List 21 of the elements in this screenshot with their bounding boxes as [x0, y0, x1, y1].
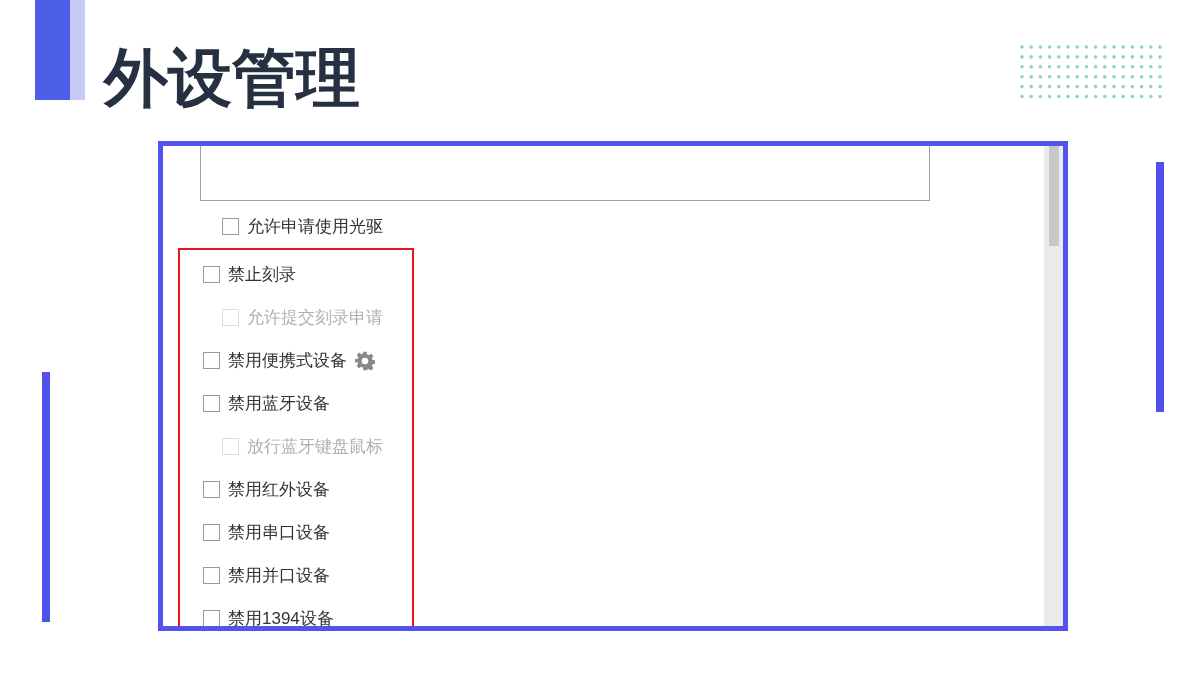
- checkbox[interactable]: [203, 352, 220, 369]
- checkbox-label[interactable]: 禁用串口设备: [228, 519, 330, 546]
- slide-title: 外设管理: [104, 41, 360, 116]
- checkbox[interactable]: [203, 481, 220, 498]
- checkbox-label[interactable]: 禁用红外设备: [228, 476, 330, 503]
- checkbox-label[interactable]: 禁用并口设备: [228, 562, 330, 589]
- scrollbar[interactable]: [1044, 146, 1063, 626]
- checkbox[interactable]: [203, 524, 220, 541]
- checkbox[interactable]: [222, 218, 239, 235]
- checkbox-label[interactable]: 禁用便携式设备: [228, 347, 347, 374]
- text-area[interactable]: [200, 146, 930, 201]
- checkbox[interactable]: [203, 610, 220, 626]
- checkbox[interactable]: [203, 567, 220, 584]
- checkbox-label[interactable]: 禁用蓝牙设备: [228, 390, 330, 417]
- checkbox-label[interactable]: 禁用1394设备: [228, 605, 334, 626]
- checkbox-label[interactable]: 禁止刻录: [228, 261, 296, 288]
- checkbox[interactable]: [203, 395, 220, 412]
- scrollbar-thumb[interactable]: [1048, 146, 1059, 246]
- settings-icon[interactable]: [355, 350, 375, 371]
- checkbox[interactable]: [203, 266, 220, 283]
- checkbox-label[interactable]: 允许申请使用光驱: [247, 213, 383, 240]
